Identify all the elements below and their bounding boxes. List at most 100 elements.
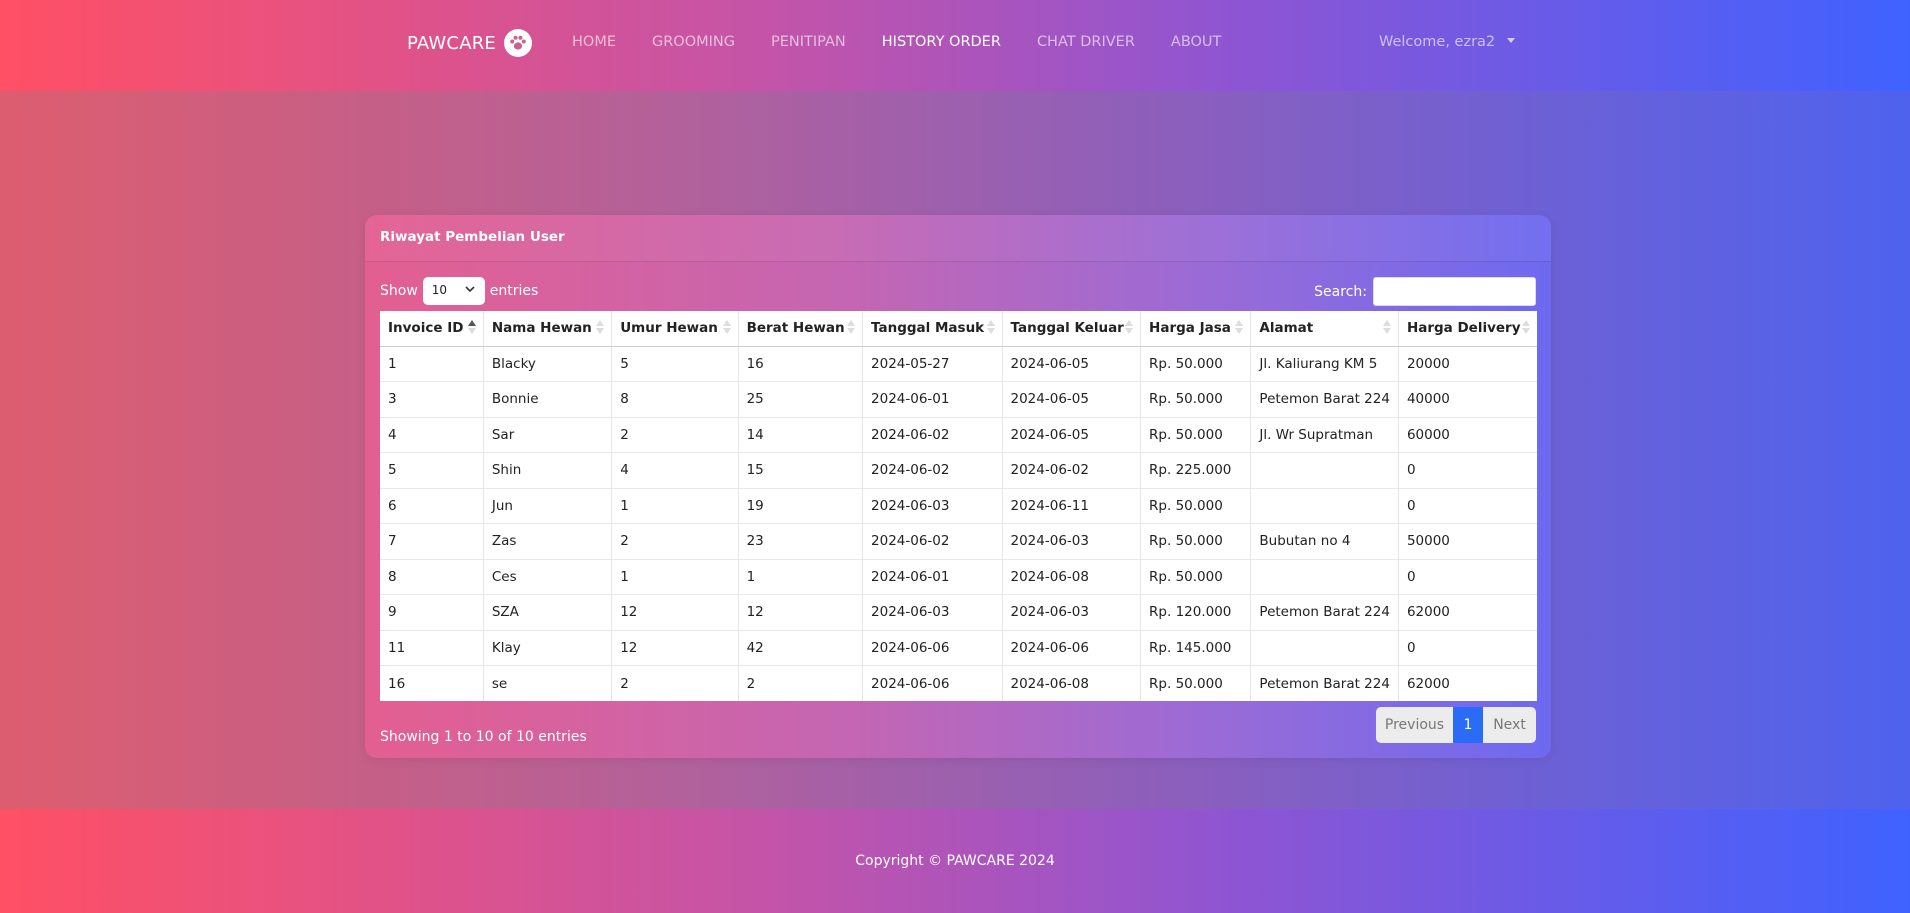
table-row: 3 Bonnie 8 25 2024-06-01 2024-06-05 Rp. … xyxy=(380,381,1537,417)
cell-harga-jasa: Rp. 50.000 xyxy=(1140,558,1252,595)
cell-tanggal-masuk: 2024-06-06 xyxy=(862,665,1003,701)
cell-tanggal-masuk: 2024-06-01 xyxy=(862,558,1003,595)
nav-history-order[interactable]: HISTORY ORDER xyxy=(882,34,1001,50)
search-input[interactable] xyxy=(1373,277,1536,306)
cell-invoice-id: 8 xyxy=(380,558,484,595)
cell-harga-jasa: Rp. 50.000 xyxy=(1140,487,1252,524)
sort-icon xyxy=(596,320,605,335)
sort-icon xyxy=(1522,320,1530,335)
cell-tanggal-keluar: 2024-06-11 xyxy=(1002,487,1142,524)
history-table: Invoice ID Nama Hewan Umur Hewan Berat H… xyxy=(380,311,1537,701)
cell-berat-hewan: 23 xyxy=(738,523,864,559)
cell-harga-delivery: 62000 xyxy=(1398,594,1537,630)
table-row: 1 Blacky 5 16 2024-05-27 2024-06-05 Rp. … xyxy=(380,345,1537,382)
table-row: 16 se 2 2 2024-06-06 2024-06-08 Rp. 50.0… xyxy=(380,665,1537,701)
nav-penitipan[interactable]: PENITIPAN xyxy=(771,34,846,50)
caret-down-icon[interactable] xyxy=(1507,38,1516,43)
cell-invoice-id: 11 xyxy=(380,629,484,666)
table-controls: Show 10 entries Search: xyxy=(380,277,1536,307)
col-tanggal-keluar[interactable]: Tanggal Keluar xyxy=(1002,311,1142,347)
cell-umur-hewan: 2 xyxy=(611,665,739,701)
cell-nama-hewan: Bonnie xyxy=(483,381,613,417)
welcome-text[interactable]: Welcome, ezra2 xyxy=(1379,34,1495,50)
sort-icon xyxy=(986,320,995,335)
cell-harga-jasa: Rp. 50.000 xyxy=(1140,381,1252,417)
cell-tanggal-keluar: 2024-06-05 xyxy=(1002,381,1142,417)
cell-tanggal-keluar: 2024-06-05 xyxy=(1002,416,1142,453)
entries-value[interactable]: 10 xyxy=(432,283,447,297)
cell-umur-hewan: 12 xyxy=(611,629,739,666)
col-harga-jasa[interactable]: Harga Jasa xyxy=(1140,311,1252,347)
user-menu[interactable]: Welcome, ezra2 xyxy=(1379,34,1516,50)
table-row: 6 Jun 1 19 2024-06-03 2024-06-11 Rp. 50.… xyxy=(380,487,1537,524)
cell-nama-hewan: Klay xyxy=(483,629,613,666)
cell-berat-hewan: 1 xyxy=(738,558,864,595)
table-row: 7 Zas 2 23 2024-06-02 2024-06-03 Rp. 50.… xyxy=(380,523,1537,559)
cell-umur-hewan: 2 xyxy=(611,416,739,453)
col-invoice-id[interactable]: Invoice ID xyxy=(380,311,484,347)
cell-umur-hewan: 12 xyxy=(611,594,739,630)
cell-harga-jasa: Rp. 50.000 xyxy=(1140,345,1252,382)
sort-icon xyxy=(1235,320,1244,335)
cell-nama-hewan: Zas xyxy=(483,523,613,559)
cell-alamat xyxy=(1250,452,1399,488)
cell-umur-hewan: 5 xyxy=(611,345,739,382)
search-filter: Search: xyxy=(1314,277,1536,306)
col-nama-hewan[interactable]: Nama Hewan xyxy=(483,311,613,347)
cell-berat-hewan: 42 xyxy=(738,629,864,666)
col-berat-hewan[interactable]: Berat Hewan xyxy=(738,311,864,347)
table-header-row: Invoice ID Nama Hewan Umur Hewan Berat H… xyxy=(380,311,1537,347)
col-harga-delivery[interactable]: Harga Delivery xyxy=(1398,311,1537,347)
cell-invoice-id: 9 xyxy=(380,594,484,630)
cell-invoice-id: 7 xyxy=(380,523,484,559)
cell-tanggal-masuk: 2024-06-01 xyxy=(862,381,1003,417)
nav-home[interactable]: HOME xyxy=(572,34,616,50)
cell-tanggal-keluar: 2024-06-03 xyxy=(1002,594,1142,630)
cell-tanggal-keluar: 2024-06-08 xyxy=(1002,665,1142,701)
cell-harga-jasa: Rp. 50.000 xyxy=(1140,665,1252,701)
chevron-down-icon xyxy=(465,286,475,293)
nav-chat-driver[interactable]: CHAT DRIVER xyxy=(1037,34,1135,50)
show-label: Show xyxy=(380,283,418,299)
cell-harga-delivery: 0 xyxy=(1398,558,1537,595)
col-tanggal-masuk[interactable]: Tanggal Masuk xyxy=(862,311,1003,347)
nav-grooming[interactable]: GROOMING xyxy=(652,34,735,50)
cell-alamat xyxy=(1250,558,1399,595)
cell-harga-delivery: 50000 xyxy=(1398,523,1537,559)
next-button[interactable]: Next xyxy=(1483,707,1536,743)
cell-nama-hewan: SZA xyxy=(483,594,613,630)
brand-name[interactable]: PAWCARE xyxy=(407,33,496,54)
cell-tanggal-masuk: 2024-06-02 xyxy=(862,416,1003,453)
page-1-button[interactable]: 1 xyxy=(1453,707,1483,743)
previous-button[interactable]: Previous xyxy=(1376,707,1453,743)
cell-alamat xyxy=(1250,487,1399,524)
brand[interactable]: PAWCARE xyxy=(407,29,532,57)
paw-icon xyxy=(504,29,532,57)
copyright-text: Copyright © PAWCARE 2024 xyxy=(855,853,1055,869)
sort-icon xyxy=(722,320,731,335)
cell-tanggal-keluar: 2024-06-03 xyxy=(1002,523,1142,559)
table-row: 9 SZA 12 12 2024-06-03 2024-06-03 Rp. 12… xyxy=(380,594,1537,630)
cell-berat-hewan: 25 xyxy=(738,381,864,417)
cell-alamat: Petemon Barat 224 xyxy=(1250,665,1399,701)
cell-alamat: Petemon Barat 224 xyxy=(1250,381,1399,417)
footer: Copyright © PAWCARE 2024 xyxy=(0,809,1910,913)
cell-alamat: Jl. Kaliurang KM 5 xyxy=(1250,345,1399,382)
col-umur-hewan[interactable]: Umur Hewan xyxy=(611,311,739,347)
table-row: 11 Klay 12 42 2024-06-06 2024-06-06 Rp. … xyxy=(380,629,1537,666)
entries-length: Show 10 entries xyxy=(380,277,538,305)
cell-harga-delivery: 60000 xyxy=(1398,416,1537,453)
cell-tanggal-masuk: 2024-06-06 xyxy=(862,629,1003,666)
cell-berat-hewan: 2 xyxy=(738,665,864,701)
cell-alamat: Jl. Wr Supratman xyxy=(1250,416,1399,453)
col-alamat[interactable]: Alamat xyxy=(1250,311,1399,347)
cell-tanggal-masuk: 2024-05-27 xyxy=(862,345,1003,382)
table-row: 5 Shin 4 15 2024-06-02 2024-06-02 Rp. 22… xyxy=(380,452,1537,488)
nav-about[interactable]: ABOUT xyxy=(1171,34,1222,50)
cell-harga-jasa: Rp. 50.000 xyxy=(1140,523,1252,559)
cell-harga-delivery: 0 xyxy=(1398,629,1537,666)
entries-select[interactable]: 10 xyxy=(422,277,485,305)
cell-harga-delivery: 0 xyxy=(1398,487,1537,524)
cell-harga-jasa: Rp. 120.000 xyxy=(1140,594,1252,630)
cell-alamat xyxy=(1250,629,1399,666)
